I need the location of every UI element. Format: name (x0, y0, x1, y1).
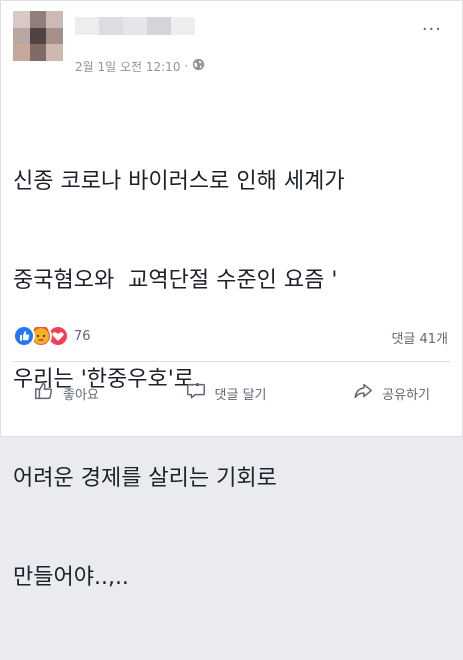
post-line: 신종 코로나 바이러스로 인해 세계가 (13, 169, 345, 194)
comment-icon (185, 380, 207, 406)
comment-label: 댓글 달기 (214, 387, 267, 403)
author-name-blurred[interactable] (75, 17, 195, 35)
post-line: 만들어야..,.. (13, 565, 129, 590)
like-button[interactable]: 좋아요 (13, 374, 119, 412)
action-bar: 좋아요 댓글 달기 공유하기 (13, 371, 450, 415)
share-label: 공유하기 (382, 387, 430, 403)
avatar[interactable] (13, 11, 63, 61)
divider (13, 361, 450, 362)
post-meta: 2월 1일 오전 12:10 · (75, 57, 205, 75)
globe-icon (192, 58, 205, 74)
post-line: 어려운 경제를 살리는 기회로 (13, 466, 277, 491)
reactions-summary[interactable]: 76 (13, 325, 91, 347)
share-icon (352, 380, 374, 406)
comment-button[interactable]: 댓글 달기 (165, 374, 287, 412)
reaction-count[interactable]: 76 (74, 329, 91, 344)
share-button[interactable]: 공유하기 (332, 374, 450, 412)
timestamp[interactable]: 2월 1일 오전 12:10 (75, 58, 180, 75)
post-line: 중국혐오와 교역단절 수준인 요즘 ' (13, 268, 338, 293)
comments-count-link[interactable]: 댓글 41개 (391, 328, 448, 347)
meta-separator: · (184, 59, 189, 73)
like-label: 좋아요 (63, 387, 99, 403)
more-options-button[interactable]: ··· (422, 21, 442, 39)
thumbs-up-icon (33, 380, 55, 406)
like-reaction-icon (13, 325, 35, 347)
post-card: ··· 2월 1일 오전 12:10 · 신종 코로나 바이러스로 인해 세계가… (0, 0, 463, 590)
